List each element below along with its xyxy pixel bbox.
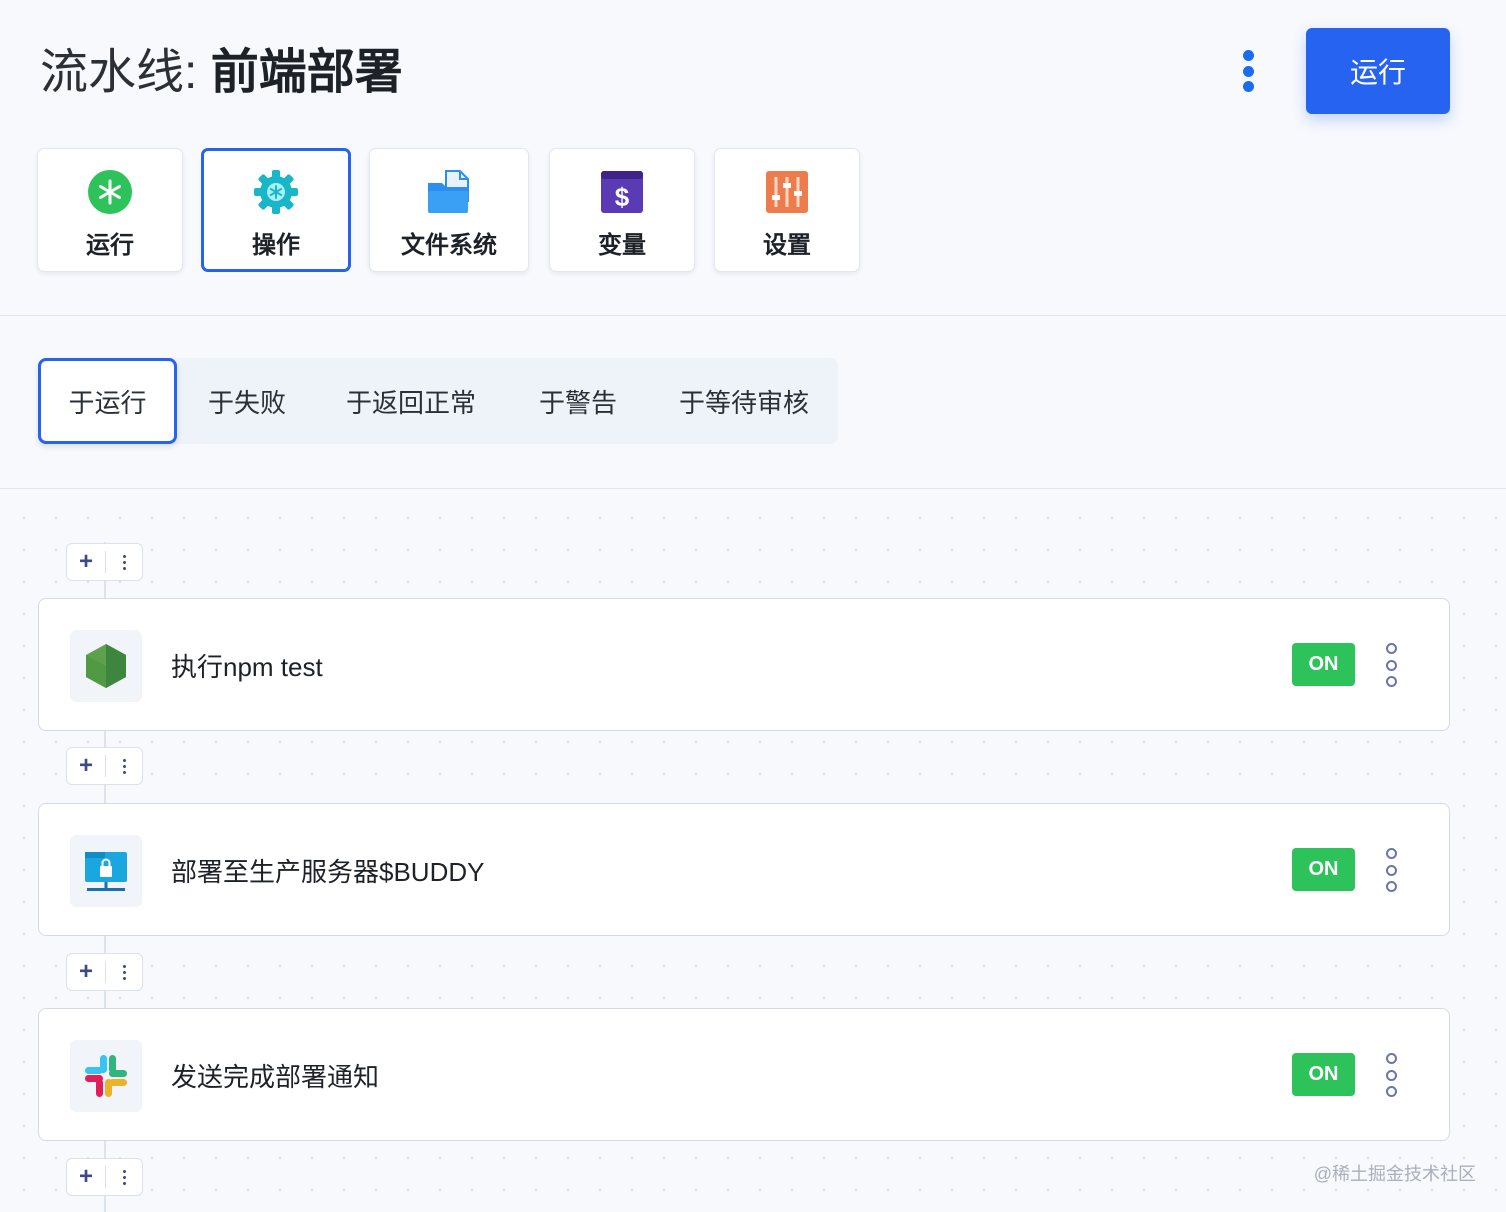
add-action-button[interactable]: +: [67, 748, 105, 784]
toolbar-tile-variables[interactable]: $ 变量: [549, 148, 695, 272]
tab-on-back-to-success[interactable]: 于返回正常: [328, 358, 494, 444]
asterisk-circle-icon: [87, 169, 133, 215]
toolbar-tile-label: 文件系统: [401, 232, 497, 259]
toolbar-tile-actions[interactable]: 操作: [201, 148, 351, 272]
action-name: 部署至生产服务器$BUDDY: [171, 857, 485, 887]
tab-on-run[interactable]: 于运行: [38, 358, 177, 444]
action-name: 执行npm test: [171, 652, 323, 682]
action-name: 发送完成部署通知: [171, 1062, 380, 1092]
action-more-icon[interactable]: [1379, 643, 1403, 687]
run-pipeline-button[interactable]: 运行: [1306, 28, 1450, 114]
action-more-icon[interactable]: [1379, 848, 1403, 892]
sftp-server-lock-icon: [70, 835, 142, 907]
adder-more-icon[interactable]: [106, 544, 142, 580]
toolbar-tile-label: 操作: [252, 232, 300, 259]
toolbar-tile-settings[interactable]: 设置: [714, 148, 860, 272]
watermark: @稀土掘金技术社区: [1313, 1164, 1476, 1184]
tab-on-failure[interactable]: 于失败: [188, 358, 306, 444]
trigger-tabs: 于运行 于失败 于返回正常 于警告 于等待审核: [38, 358, 838, 444]
action-card-deploy[interactable]: 部署至生产服务器$BUDDY ON: [38, 803, 1450, 936]
add-action-button[interactable]: +: [67, 1159, 105, 1195]
add-action-control: +: [66, 1158, 143, 1196]
more-options-icon[interactable]: [1232, 44, 1264, 98]
page-title: 流水线: 前端部署: [40, 38, 403, 108]
action-on-toggle[interactable]: ON: [1292, 848, 1355, 891]
actions-canvas: + + + + 执行npm test ON 部署至生产服务器$BUDDY ON …: [0, 490, 1506, 1212]
action-on-toggle[interactable]: ON: [1292, 1053, 1355, 1096]
add-action-control: +: [66, 747, 143, 785]
pipeline-header: 流水线: 前端部署 运行 运行 操作 文件系统 $ 变量 设置: [0, 0, 1506, 316]
adder-more-icon[interactable]: [106, 1159, 142, 1195]
dollar-variable-icon: $: [599, 169, 645, 215]
trigger-tabs-area: 于运行 于失败 于返回正常 于警告 于等待审核: [0, 317, 1506, 489]
action-card-notify[interactable]: 发送完成部署通知 ON: [38, 1008, 1450, 1141]
tab-on-waiting-approval[interactable]: 于等待审核: [664, 358, 824, 444]
toolbar-tile-label: 变量: [598, 232, 646, 259]
action-card-npm-test[interactable]: 执行npm test ON: [38, 598, 1450, 731]
slack-icon: [70, 1040, 142, 1112]
toolbar-tile-label: 运行: [86, 232, 134, 259]
folder-files-icon: [426, 169, 472, 215]
action-on-toggle[interactable]: ON: [1292, 643, 1355, 686]
svg-text:$: $: [615, 182, 630, 212]
pipeline-name: 前端部署: [210, 46, 403, 99]
adder-more-icon[interactable]: [106, 954, 142, 990]
gear-icon: [253, 169, 299, 215]
toolbar-tile-filesystem[interactable]: 文件系统: [369, 148, 529, 272]
nodejs-hexagon-icon: [70, 630, 142, 702]
add-action-button[interactable]: +: [67, 544, 105, 580]
title-prefix: 流水线:: [40, 46, 211, 99]
toolbar-tile-label: 设置: [763, 232, 811, 259]
action-more-icon[interactable]: [1379, 1053, 1403, 1097]
tab-on-warning[interactable]: 于警告: [518, 358, 638, 444]
toolbar-tile-run[interactable]: 运行: [37, 148, 183, 272]
add-action-control: +: [66, 543, 143, 581]
adder-more-icon[interactable]: [106, 748, 142, 784]
add-action-button[interactable]: +: [67, 954, 105, 990]
add-action-control: +: [66, 953, 143, 991]
sliders-settings-icon: [764, 169, 810, 215]
